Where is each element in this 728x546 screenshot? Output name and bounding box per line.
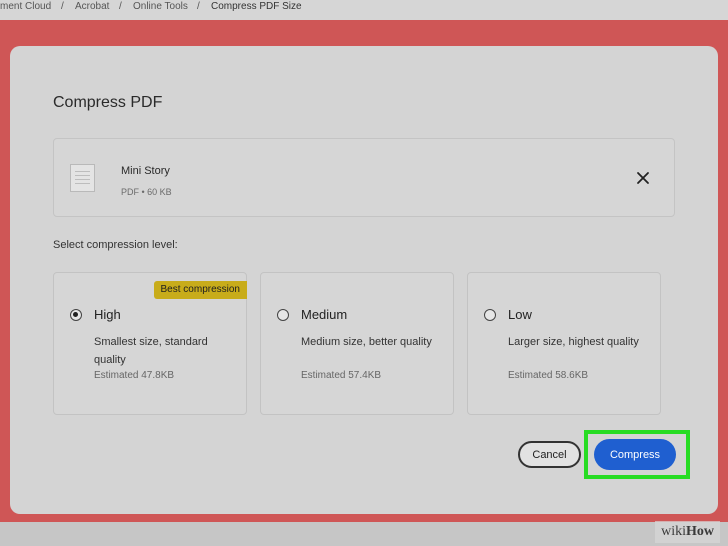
- compress-dialog: Compress PDF Mini Story PDF • 60 KB Sele…: [10, 46, 718, 514]
- cancel-button[interactable]: Cancel: [518, 441, 581, 468]
- breadcrumb-separator: /: [119, 1, 122, 12]
- remove-file-button[interactable]: [632, 167, 654, 189]
- radio-low[interactable]: [484, 309, 496, 321]
- breadcrumb-current: Compress PDF Size: [211, 1, 302, 12]
- breadcrumb-separator: /: [197, 1, 200, 12]
- option-high[interactable]: Best compression High Smallest size, sta…: [53, 272, 247, 415]
- document-icon: [70, 164, 95, 192]
- file-meta: PDF • 60 KB: [121, 187, 172, 197]
- option-title: High: [94, 307, 121, 322]
- radio-medium[interactable]: [277, 309, 289, 321]
- watermark-suffix: How: [686, 524, 714, 539]
- option-title: Low: [508, 307, 532, 322]
- breadcrumb-separator: /: [61, 1, 64, 12]
- wikihow-watermark: wikiHow: [655, 521, 720, 543]
- option-medium[interactable]: Medium Medium size, better quality Estim…: [260, 272, 454, 415]
- option-low[interactable]: Low Larger size, highest quality Estimat…: [467, 272, 661, 415]
- option-estimate: Estimated 47.8KB: [94, 370, 175, 381]
- breadcrumb-item-document-cloud[interactable]: ment Cloud: [0, 1, 51, 12]
- breadcrumb-item-acrobat[interactable]: Acrobat: [75, 1, 109, 12]
- bottom-bar: [0, 522, 728, 546]
- option-estimate: Estimated 58.6KB: [508, 370, 589, 381]
- option-title: Medium: [301, 307, 348, 322]
- compress-button[interactable]: Compress: [594, 439, 676, 470]
- file-name: Mini Story: [121, 165, 170, 177]
- option-description: Larger size, highest quality: [508, 336, 639, 348]
- best-compression-badge: Best compression: [153, 281, 247, 299]
- breadcrumb: ment Cloud / Acrobat / Online Tools / Co…: [0, 0, 728, 20]
- breadcrumb-item-online-tools[interactable]: Online Tools: [133, 1, 188, 12]
- file-card: Mini Story PDF • 60 KB: [53, 138, 675, 217]
- radio-high[interactable]: [70, 309, 82, 321]
- compression-level-label: Select compression level:: [53, 239, 178, 251]
- watermark-prefix: wiki: [661, 524, 686, 539]
- close-icon: [637, 172, 649, 184]
- option-description: Medium size, better quality: [301, 336, 432, 348]
- option-estimate: Estimated 57.4KB: [301, 370, 382, 381]
- dialog-title: Compress PDF: [53, 94, 163, 111]
- option-description: Smallest size, standard quality: [94, 336, 208, 366]
